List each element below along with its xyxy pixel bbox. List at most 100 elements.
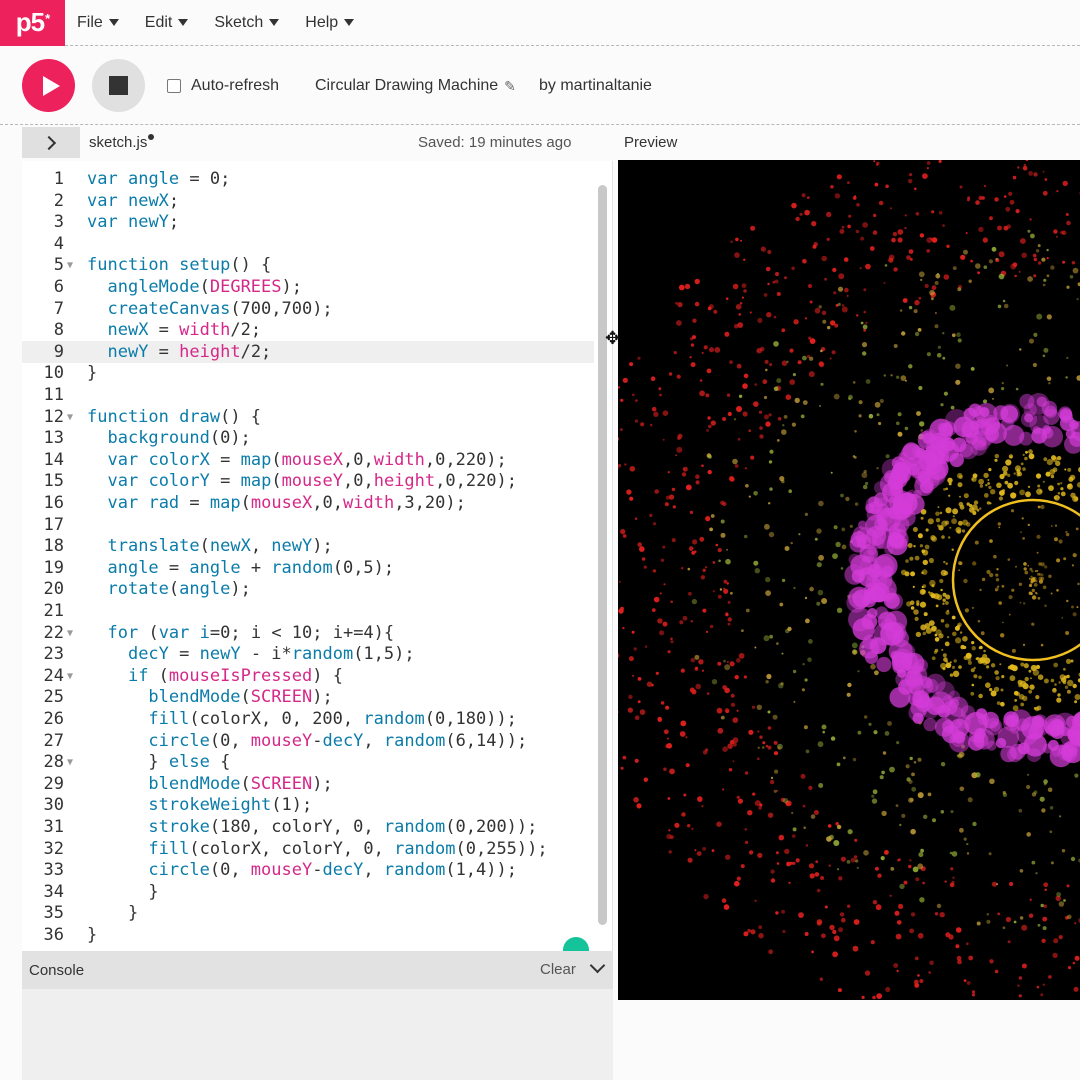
code-line[interactable]: 29 blendMode(SCREEN); [22, 774, 594, 796]
particle-red [830, 185, 834, 189]
menu-file[interactable]: File [77, 14, 119, 32]
code-line[interactable]: 21 [22, 601, 594, 623]
code-line[interactable]: 14 var colorX = map(mouseX,0,width,0,220… [22, 450, 594, 472]
particle-green [934, 281, 939, 285]
particle-gold [957, 482, 963, 488]
code-line[interactable]: 26 fill(colorX, 0, 200, random(0,180)); [22, 709, 594, 731]
particle-gold [952, 508, 959, 515]
code-line[interactable]: 15 var colorY = map(mouseY,0,height,0,22… [22, 471, 594, 493]
particle-red [831, 350, 836, 355]
code-line[interactable]: 1 var angle = 0; [22, 169, 594, 191]
play-button[interactable] [22, 59, 75, 112]
p5-logo[interactable]: p5 * [0, 0, 65, 46]
code-line[interactable]: 35 } [22, 903, 594, 925]
fold-arrow-icon[interactable]: ▼ [67, 623, 73, 645]
code-line[interactable]: 8 newX = width/2; [22, 320, 594, 342]
particle-red [800, 773, 806, 779]
fold-arrow-icon[interactable]: ▼ [67, 666, 73, 688]
particle-magenta [929, 444, 950, 465]
code-editor[interactable]: 1 var angle = 0; 2 var newX; 3 var newY; 4 5 ▼ fu… [22, 161, 613, 951]
code-line[interactable]: 27 circle(0, mouseY-decY, random(6,14)); [22, 731, 594, 753]
sketch-name[interactable]: Circular Drawing Machine ✎ [315, 77, 516, 95]
code-line[interactable]: 9 newY = height/2; [22, 342, 594, 364]
code-line[interactable]: 4 [22, 234, 594, 256]
particle-red [659, 393, 662, 397]
code-text: angle = angle + random(0,5); [107, 557, 395, 578]
fold-arrow-icon[interactable]: ▼ [67, 255, 73, 277]
menu-sketch[interactable]: Sketch [214, 14, 280, 32]
code-line[interactable]: 34 } [22, 882, 594, 904]
code-line[interactable]: 18 translate(newX, newY); [22, 536, 594, 558]
code-line[interactable]: 6 angleMode(DEGREES); [22, 277, 594, 299]
code-line[interactable]: 30 strokeWeight(1); [22, 795, 594, 817]
particle-green [707, 454, 712, 459]
code-line[interactable]: 10} [22, 363, 594, 385]
code-line[interactable]: 23 decY = newY - i*random(1,5); [22, 644, 594, 666]
chevron-down-icon [178, 19, 189, 26]
code-line[interactable]: 2 var newX; [22, 191, 594, 213]
particle-red [1025, 160, 1029, 162]
auto-refresh-toggle[interactable]: Auto-refresh [167, 77, 279, 95]
file-tab[interactable]: sketch.js [89, 134, 155, 151]
menu-help[interactable]: Help [305, 14, 355, 32]
particle-green [1042, 926, 1047, 931]
code-line[interactable]: 20 rotate(angle); [22, 579, 594, 601]
code-line[interactable]: 13 background(0); [22, 428, 594, 450]
console-clear-button[interactable]: Clear [540, 961, 576, 978]
pencil-icon[interactable]: ✎ [504, 78, 516, 95]
particle-green [890, 867, 895, 871]
chevron-down-icon[interactable] [589, 957, 606, 974]
particle-red [618, 436, 619, 441]
particle-red [740, 239, 743, 242]
fold-arrow-icon[interactable]: ▼ [67, 752, 73, 774]
editor-scrollbar[interactable] [598, 185, 607, 925]
code-line[interactable]: 17 [22, 515, 594, 537]
code-line[interactable]: 12 ▼ function draw() { [22, 407, 594, 429]
particle-red [684, 283, 691, 290]
fold-arrow-icon[interactable]: ▼ [67, 407, 73, 429]
particle-red [763, 414, 769, 420]
particle-red [1009, 881, 1014, 887]
particle-green [804, 596, 808, 600]
particle-red [792, 861, 796, 865]
particle-green [1026, 784, 1031, 790]
code-line[interactable]: 3 var newY; [22, 212, 594, 234]
code-line[interactable]: 33 circle(0, mouseY-decY, random(1,4)); [22, 860, 594, 882]
particle-gold [943, 571, 949, 576]
particle-green [765, 590, 771, 596]
code-line[interactable]: 16 var rad = map(mouseX,0,width,3,20); [22, 493, 594, 515]
code-line[interactable]: 5 ▼ function setup() { [22, 255, 594, 277]
code-line[interactable]: 19 angle = angle + random(0,5); [22, 558, 594, 580]
particle-center [981, 577, 986, 582]
particle-gold [989, 687, 993, 692]
code-line[interactable]: 36} [22, 925, 594, 947]
particle-gold [968, 507, 975, 513]
code-line[interactable]: 24 ▼ if (mouseIsPressed) { [22, 666, 594, 688]
auto-refresh-checkbox[interactable] [167, 79, 181, 93]
particle-gold [990, 663, 996, 668]
particle-red [1074, 955, 1080, 961]
particle-green [997, 304, 1002, 309]
code-line[interactable]: 31 stroke(180, colorY, 0, random(0,200))… [22, 817, 594, 839]
particle-red [893, 963, 899, 968]
particle-center [979, 588, 982, 592]
code-line[interactable]: 25 blendMode(SCREEN); [22, 687, 594, 709]
code-line[interactable]: 7 createCanvas(700,700); [22, 299, 594, 321]
sketch-preview-canvas[interactable] [618, 160, 1080, 1000]
code-line[interactable]: 32 fill(colorX, colorY, 0, random(0,255)… [22, 839, 594, 861]
particle-green [1066, 285, 1070, 289]
code-line[interactable]: 28 ▼ } else { [22, 752, 594, 774]
particle-green [780, 682, 784, 686]
sketch-author[interactable]: by martinaltanie [539, 77, 652, 95]
menu-file-label: File [77, 13, 103, 31]
particle-center [996, 585, 1000, 588]
sidebar-toggle-button[interactable] [22, 127, 80, 158]
code-line[interactable]: 22 ▼ for (var i=0; i < 10; i+=4){ [22, 623, 594, 645]
particle-red [819, 362, 825, 368]
particle-green [949, 304, 956, 311]
code-line[interactable]: 11 [22, 385, 594, 407]
particle-red [722, 501, 727, 507]
particle-red [653, 596, 660, 603]
menu-edit[interactable]: Edit [145, 14, 189, 32]
stop-button[interactable] [92, 59, 145, 112]
